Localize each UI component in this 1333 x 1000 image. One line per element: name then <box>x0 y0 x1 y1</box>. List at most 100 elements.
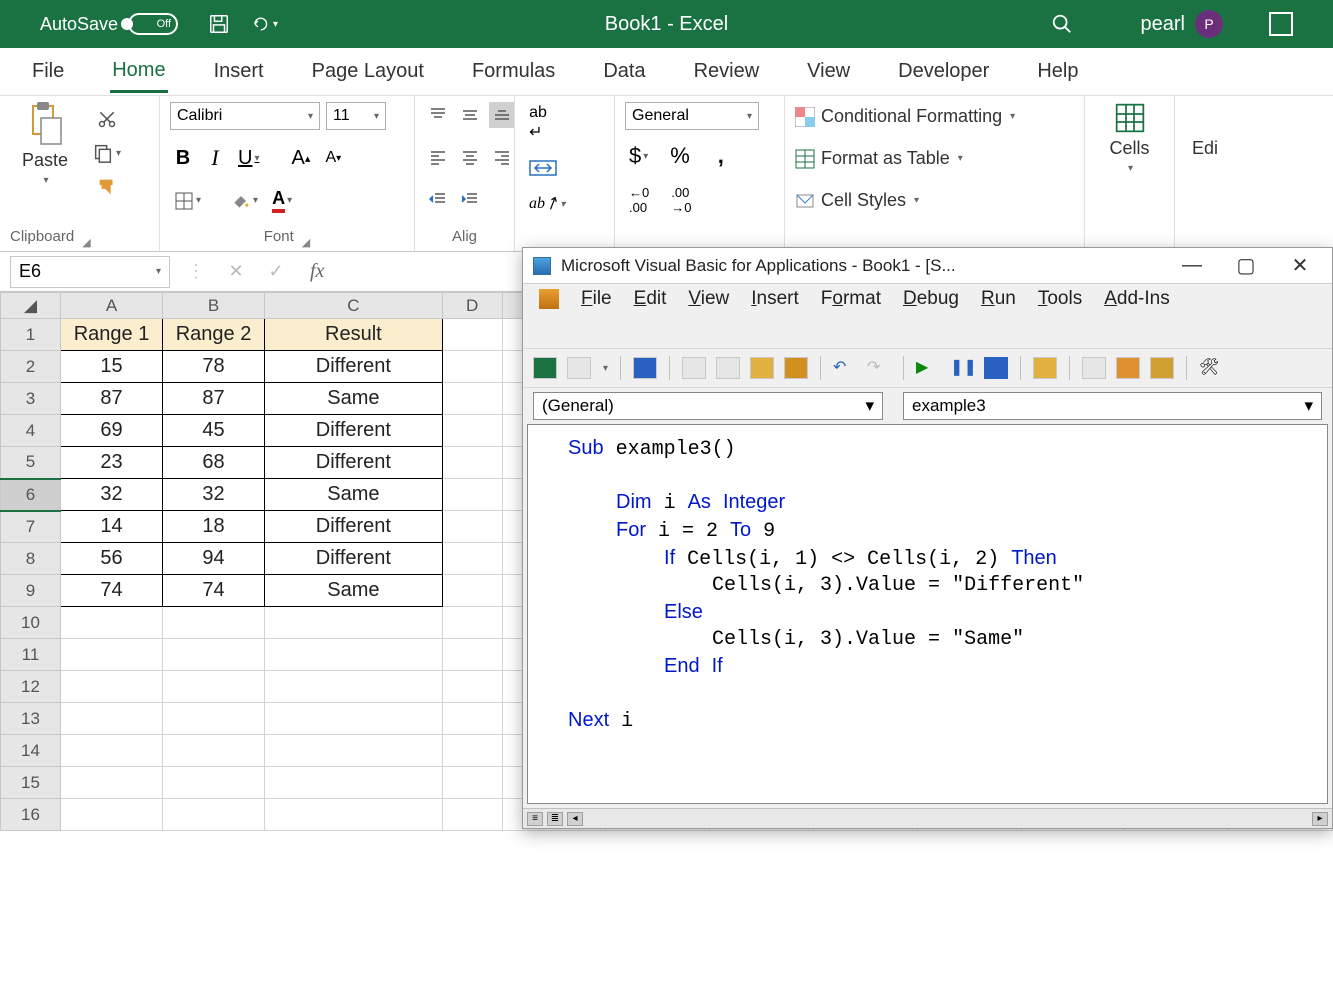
cell-D5[interactable] <box>442 447 502 479</box>
row-header-16[interactable]: 16 <box>1 799 61 831</box>
col-header-D[interactable]: D <box>442 293 502 319</box>
cell-C9[interactable]: Same <box>265 575 443 607</box>
vba-object-combo[interactable]: (General)▾ <box>533 392 883 420</box>
conditional-format-button[interactable]: Conditional Formatting▾ <box>795 102 1074 131</box>
row-header-1[interactable]: 1 <box>1 319 61 351</box>
undo-icon[interactable]: ▾ <box>252 11 278 37</box>
number-format-combo[interactable]: General▾ <box>625 102 759 130</box>
cell-A3[interactable]: 87 <box>61 383 163 415</box>
tb-undo-icon[interactable]: ↶ <box>833 357 857 379</box>
row-header-8[interactable]: 8 <box>1 543 61 575</box>
cell-blank[interactable] <box>61 607 163 639</box>
shrink-font-icon[interactable]: A▾ <box>320 145 346 171</box>
cell-blank[interactable] <box>61 799 163 831</box>
account-menu[interactable]: pearl P <box>1141 10 1223 38</box>
cell-B1[interactable]: Range 2 <box>163 319 265 351</box>
row-header-9[interactable]: 9 <box>1 575 61 607</box>
cell-blank[interactable] <box>442 735 502 767</box>
row-header-7[interactable]: 7 <box>1 511 61 543</box>
autosave-toggle[interactable]: AutoSave Off <box>0 13 196 35</box>
cell-blank[interactable] <box>61 735 163 767</box>
cell-D3[interactable] <box>442 383 502 415</box>
vba-menu-insert[interactable]: Insert <box>751 288 799 310</box>
cell-D9[interactable] <box>442 575 502 607</box>
cell-A9[interactable]: 74 <box>61 575 163 607</box>
align-center-icon[interactable] <box>457 144 483 170</box>
vba-menu-addins[interactable]: Add-Ins <box>1104 288 1170 310</box>
vba-proc-combo[interactable]: example3▾ <box>903 392 1322 420</box>
vba-scrollbar[interactable]: ≡ ≣ ◂ ▸ <box>523 808 1332 828</box>
cell-blank[interactable] <box>265 703 443 735</box>
cell-blank[interactable] <box>163 767 265 799</box>
ribbon-display-icon[interactable] <box>1269 12 1293 36</box>
scroll-left-icon[interactable]: ◂ <box>567 812 583 826</box>
cell-C6[interactable]: Same <box>265 479 443 511</box>
underline-button[interactable]: U▾ <box>234 145 263 172</box>
cell-blank[interactable] <box>265 735 443 767</box>
vba-menu-view[interactable]: View <box>688 288 729 310</box>
tb-run-icon[interactable]: ▶ <box>916 357 940 379</box>
comma-icon[interactable]: , <box>708 141 734 171</box>
cell-C5[interactable]: Different <box>265 447 443 479</box>
enter-icon[interactable]: ✓ <box>256 261 296 282</box>
row-header-12[interactable]: 12 <box>1 671 61 703</box>
bold-button[interactable]: B <box>170 145 196 172</box>
cell-blank[interactable] <box>265 671 443 703</box>
cell-C4[interactable]: Different <box>265 415 443 447</box>
font-name-combo[interactable]: Calibri▾ <box>170 102 320 130</box>
italic-button[interactable]: I <box>202 143 228 173</box>
cell-B7[interactable]: 18 <box>163 511 265 543</box>
merge-icon[interactable] <box>525 155 561 181</box>
name-box[interactable]: E6▾ <box>10 256 170 288</box>
tb-paste-icon[interactable] <box>750 357 774 379</box>
cell-A8[interactable]: 56 <box>61 543 163 575</box>
tab-data[interactable]: Data <box>601 52 647 91</box>
tb-insert-icon[interactable] <box>567 357 591 379</box>
cell-blank[interactable] <box>163 607 265 639</box>
fx-icon[interactable]: fx <box>310 260 324 283</box>
cell-D6[interactable] <box>442 479 502 511</box>
cell-B4[interactable]: 45 <box>163 415 265 447</box>
editing-button[interactable]: Edi <box>1185 102 1225 159</box>
tab-insert[interactable]: Insert <box>212 52 266 91</box>
tb-break-icon[interactable]: ❚❚ <box>950 357 974 379</box>
cell-C1[interactable]: Result <box>265 319 443 351</box>
fill-color-icon[interactable]: ▾ <box>227 188 262 214</box>
cell-B3[interactable]: 87 <box>163 383 265 415</box>
cell-blank[interactable] <box>442 799 502 831</box>
row-header-15[interactable]: 15 <box>1 767 61 799</box>
cell-C8[interactable]: Different <box>265 543 443 575</box>
row-header-3[interactable]: 3 <box>1 383 61 415</box>
tb-find-icon[interactable] <box>784 357 808 379</box>
autosave-switch[interactable]: Off <box>128 13 178 35</box>
tab-file[interactable]: File <box>30 52 66 91</box>
align-left-icon[interactable] <box>425 144 451 170</box>
minimize-icon[interactable]: — <box>1170 254 1214 277</box>
wrap-text-icon[interactable]: ab↵ <box>525 102 551 144</box>
tb-props-icon[interactable] <box>1116 357 1140 379</box>
cell-blank[interactable] <box>61 639 163 671</box>
format-as-table-button[interactable]: Format as Table▾ <box>795 144 1074 173</box>
cell-blank[interactable] <box>61 767 163 799</box>
view-full-icon[interactable]: ≡ <box>527 812 543 826</box>
copy-icon[interactable]: ▾ <box>88 140 125 166</box>
vba-menu-debug[interactable]: Debug <box>903 288 959 310</box>
tab-review[interactable]: Review <box>692 52 762 91</box>
vba-menu-tools[interactable]: Tools <box>1038 288 1082 310</box>
vba-title-bar[interactable]: Microsoft Visual Basic for Applications … <box>523 248 1332 284</box>
percent-icon[interactable]: % <box>666 141 694 171</box>
tab-view[interactable]: View <box>805 52 852 91</box>
cell-C3[interactable]: Same <box>265 383 443 415</box>
dec-indent-icon[interactable] <box>425 186 451 212</box>
tb-reset-icon[interactable] <box>984 357 1008 379</box>
align-right-icon[interactable] <box>489 144 515 170</box>
format-painter-icon[interactable] <box>88 174 125 200</box>
cell-blank[interactable] <box>163 703 265 735</box>
cell-blank[interactable] <box>265 639 443 671</box>
grow-font-icon[interactable]: A▴ <box>287 145 314 172</box>
orientation-icon[interactable]: ab↗▾ <box>525 191 569 217</box>
row-header-10[interactable]: 10 <box>1 607 61 639</box>
cell-C2[interactable]: Different <box>265 351 443 383</box>
row-header-5[interactable]: 5 <box>1 447 61 479</box>
row-header-2[interactable]: 2 <box>1 351 61 383</box>
